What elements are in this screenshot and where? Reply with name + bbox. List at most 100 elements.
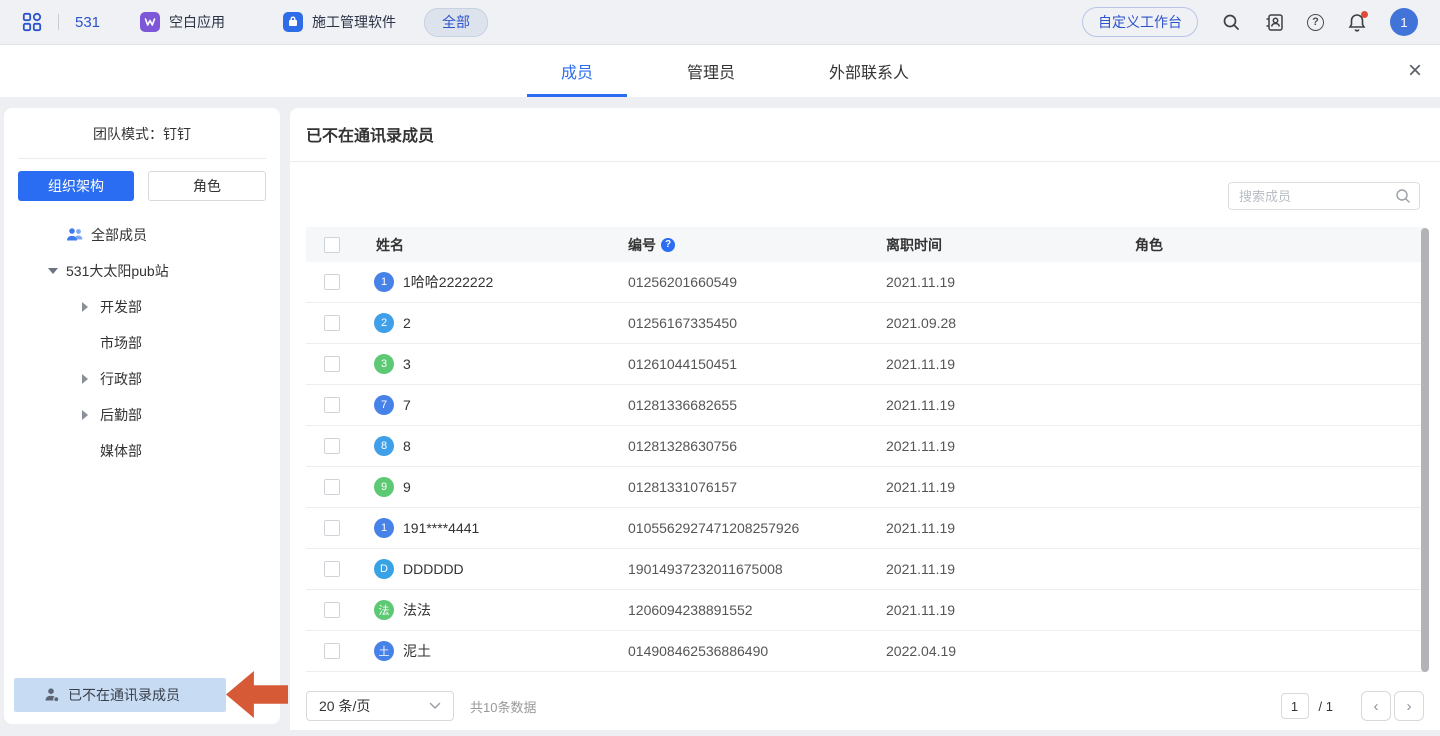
pagination: / 1 ‹ ›	[1281, 691, 1424, 721]
leave-date: 2021.11.19	[886, 602, 1135, 618]
tree-node[interactable]: 行政部	[4, 361, 280, 397]
leave-date: 2021.11.19	[886, 397, 1135, 413]
close-icon[interactable]: ×	[1408, 45, 1422, 97]
member-search-box	[1228, 182, 1420, 210]
row-checkbox[interactable]	[324, 520, 340, 536]
row-checkbox[interactable]	[324, 643, 340, 659]
notification-bell-icon[interactable]	[1347, 12, 1367, 32]
page-title: 已不在通讯录成员	[290, 108, 1440, 148]
member-avatar: 1	[374, 272, 394, 292]
role-button[interactable]: 角色	[148, 171, 266, 201]
customize-workbench-button[interactable]: 自定义工作台	[1082, 7, 1198, 37]
row-checkbox[interactable]	[324, 397, 340, 413]
caret-down-icon[interactable]	[48, 265, 66, 277]
contacts-book-icon[interactable]	[1264, 12, 1284, 32]
help-icon[interactable]: ?	[1307, 14, 1324, 31]
tree-node[interactable]: 531大太阳pub站	[4, 253, 280, 289]
member-name: 9	[403, 479, 411, 495]
leave-date: 2021.11.19	[886, 356, 1135, 372]
app-label: 施工管理软件	[312, 12, 396, 32]
tree-node-label: 开发部	[100, 297, 142, 317]
table-row: 99012813310761572021.11.19	[306, 467, 1424, 508]
member-name: 泥土	[403, 641, 431, 661]
workspace-number[interactable]: 531	[75, 14, 100, 31]
table-row: 1 1哈哈2222222 012562016605492021.11.19	[306, 262, 1424, 303]
tree-node-label: 全部成员	[91, 225, 147, 245]
all-apps-pill[interactable]: 全部	[424, 8, 488, 37]
leave-date: 2021.11.19	[886, 438, 1135, 454]
page-total-label: / 1	[1319, 699, 1333, 714]
search-icon[interactable]	[1395, 188, 1411, 204]
notification-dot	[1361, 11, 1368, 18]
table-row: 77012813366826552021.11.19	[306, 385, 1424, 426]
row-checkbox[interactable]	[324, 356, 340, 372]
question-help-icon[interactable]: ?	[661, 238, 675, 252]
total-count-label: 共10条数据	[470, 697, 536, 716]
row-checkbox[interactable]	[324, 561, 340, 577]
tree-node-label: 行政部	[100, 369, 142, 389]
team-mode-label: 团队模式：钉钉	[4, 108, 280, 145]
tree-node[interactable]: 后勤部	[4, 397, 280, 433]
row-checkbox[interactable]	[324, 438, 340, 454]
member-id: 01281328630756	[628, 438, 886, 454]
user-avatar[interactable]: 1	[1390, 8, 1418, 36]
leave-date: 2021.11.19	[886, 520, 1135, 536]
tab-bar: 成员 管理员 外部联系人 ×	[0, 45, 1440, 98]
person-leave-icon	[44, 687, 60, 703]
member-id: 01256201660549	[628, 274, 886, 290]
tree-node[interactable]: 开发部	[4, 289, 280, 325]
column-header-name: 姓名	[376, 235, 404, 255]
table-row: 法法法12060942388915522021.11.19	[306, 590, 1424, 631]
table-header: 姓名 编号 ? 离职时间 角色	[306, 227, 1424, 262]
caret-right-icon[interactable]	[82, 409, 100, 421]
org-structure-button[interactable]: 组织架构	[18, 171, 134, 201]
row-checkbox[interactable]	[324, 479, 340, 495]
table-footer: 20 条/页 共10条数据 / 1 ‹ ›	[306, 690, 1424, 722]
member-avatar: 7	[374, 395, 394, 415]
prev-page-button[interactable]: ‹	[1361, 691, 1391, 721]
tab-admins[interactable]: 管理员	[653, 45, 769, 97]
member-avatar: 8	[374, 436, 394, 456]
sidebar-item-resigned-members[interactable]: 已不在通讯录成员	[14, 678, 226, 712]
column-header-role: 角色	[1135, 235, 1424, 255]
app-item-construction-software[interactable]: 施工管理软件	[283, 12, 396, 32]
page-number-input[interactable]	[1281, 693, 1309, 719]
member-avatar: 3	[374, 354, 394, 374]
member-name: 2	[403, 315, 411, 331]
member-name: DDDDDD	[403, 561, 464, 577]
member-id: 19014937232011675008	[628, 561, 886, 577]
member-name: 1哈哈2222222	[403, 272, 493, 292]
table-row: 33012610441504512021.11.19	[306, 344, 1424, 385]
search-icon[interactable]	[1221, 12, 1241, 32]
tree-node[interactable]: 全部成员	[4, 217, 280, 253]
leave-date: 2021.11.19	[886, 274, 1135, 290]
table-row: 22012561673354502021.09.28	[306, 303, 1424, 344]
member-id: 01281331076157	[628, 479, 886, 495]
table-row: DDDDDDD190149372320116750082021.11.19	[306, 549, 1424, 590]
table-row: 土泥土0149084625368864902022.04.19	[306, 631, 1424, 672]
vertical-scrollbar[interactable]	[1421, 228, 1429, 672]
tab-external-contacts[interactable]: 外部联系人	[795, 45, 943, 97]
org-sidebar: 团队模式：钉钉 组织架构 角色 全部成员 531大太阳pub站开发部市场部行政部后…	[4, 108, 280, 724]
caret-right-icon[interactable]	[82, 301, 100, 313]
member-name: 8	[403, 438, 411, 454]
page-size-value: 20 条/页	[319, 696, 370, 716]
tree-node[interactable]: 媒体部	[4, 433, 280, 469]
app-item-blank-app[interactable]: 空白应用	[140, 12, 225, 32]
member-avatar: 法	[374, 600, 394, 620]
row-checkbox[interactable]	[324, 315, 340, 331]
member-name: 191****4441	[403, 520, 479, 536]
row-checkbox[interactable]	[324, 274, 340, 290]
tree-node[interactable]: 市场部	[4, 325, 280, 361]
leave-date: 2021.09.28	[886, 315, 1135, 331]
row-checkbox[interactable]	[324, 602, 340, 618]
workbench-grid-icon[interactable]	[22, 12, 42, 32]
next-page-button[interactable]: ›	[1394, 691, 1424, 721]
tab-members[interactable]: 成员	[527, 45, 627, 97]
member-id: 01256167335450	[628, 315, 886, 331]
page-size-select[interactable]: 20 条/页	[306, 691, 454, 721]
member-id: 01261044150451	[628, 356, 886, 372]
select-all-checkbox[interactable]	[324, 237, 340, 253]
member-id: 01281336682655	[628, 397, 886, 413]
caret-right-icon[interactable]	[82, 373, 100, 385]
